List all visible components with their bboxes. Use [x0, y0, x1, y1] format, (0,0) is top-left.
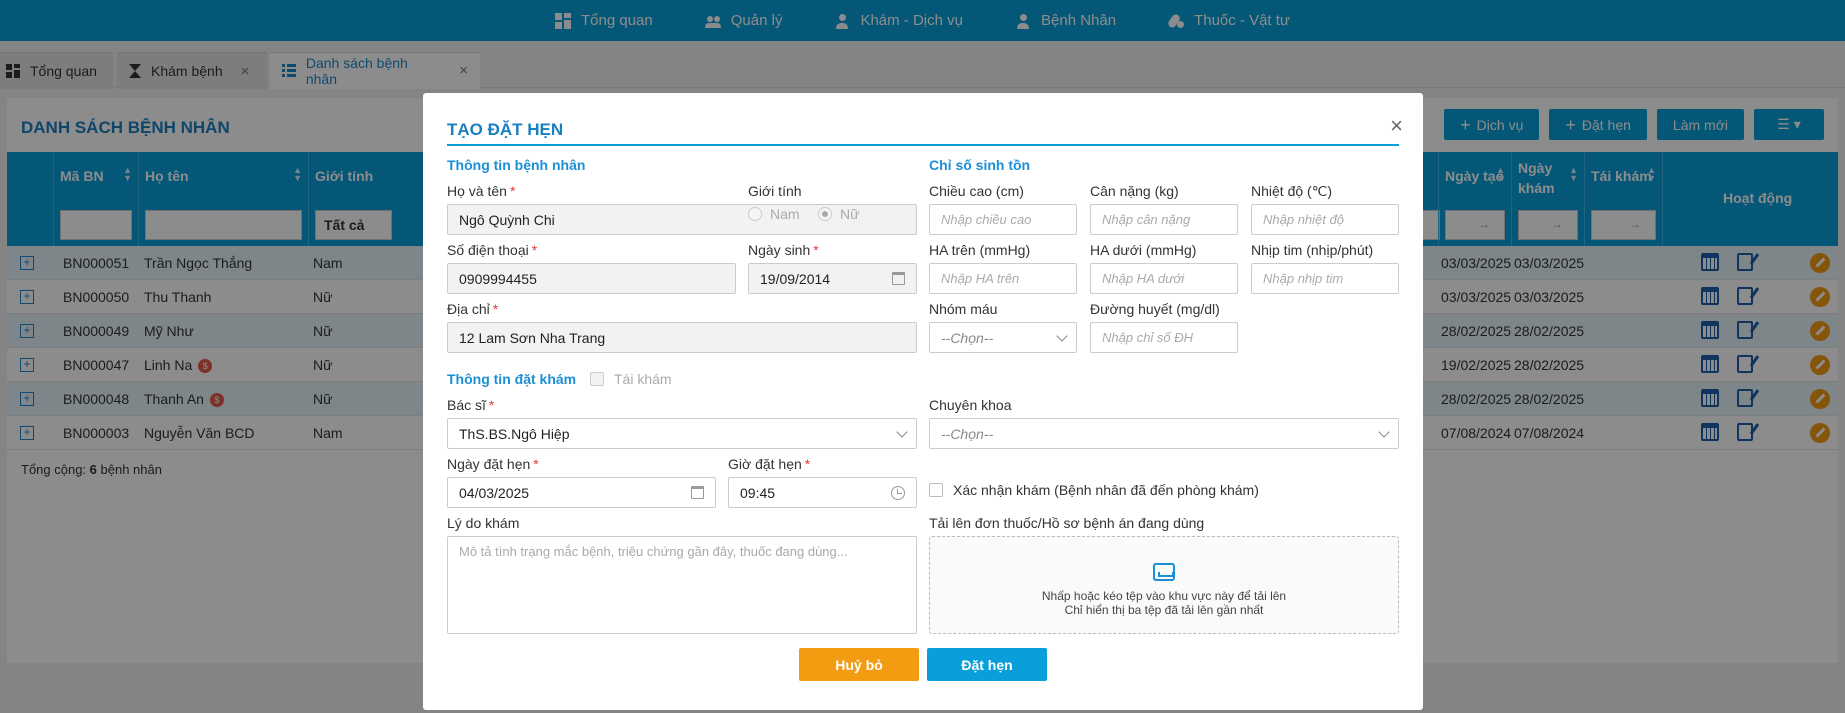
specialty-label: Chuyên khoa — [929, 397, 1012, 413]
calendar-icon[interactable] — [691, 486, 704, 499]
appointment-date-label: Ngày đặt hẹn * — [447, 456, 539, 472]
blood-sugar-label: Đường huyết (mg/dl) — [1090, 301, 1220, 317]
booking-section: Thông tin đặt khám — [447, 371, 577, 387]
doctor-select[interactable]: ThS.BS.Ngô Hiệp — [447, 418, 917, 449]
blood-type-select[interactable]: --Chọn-- — [929, 322, 1077, 353]
dob-field[interactable]: 19/09/2014 — [748, 263, 917, 294]
pulse-label: Nhịp tim (nhịp/phút) — [1251, 242, 1374, 258]
doctor-label: Bác sĩ * — [447, 397, 495, 413]
dob-label: Ngày sinh * — [748, 242, 819, 258]
blood-sugar-input[interactable]: Nhập chỉ số ĐH — [1090, 322, 1238, 353]
clock-icon[interactable] — [891, 486, 905, 500]
appointment-date-input[interactable]: 04/03/2025 — [447, 477, 716, 508]
confirm-exam-checkbox[interactable]: Xác nhận khám (Bệnh nhân đã đến phòng kh… — [929, 482, 1259, 498]
submit-appointment-button[interactable]: Đặt hẹn — [927, 648, 1047, 681]
gender-male-radio[interactable]: Nam — [748, 206, 800, 222]
upload-label: Tải lên đơn thuốc/Hồ sơ bệnh án đang dùn… — [929, 515, 1205, 531]
chevron-down-icon — [896, 426, 908, 438]
inbox-icon — [1153, 563, 1175, 581]
dialog-title: TẠO ĐẶT HẸN — [447, 120, 564, 139]
revisit-checkbox[interactable]: Tái khám — [590, 371, 672, 387]
pulse-input[interactable]: Nhập nhịp tim — [1251, 263, 1399, 294]
close-icon[interactable]: × — [1390, 113, 1403, 139]
upload-hint: Nhấp hoặc kéo tệp vào khu vực này để tải… — [1041, 589, 1287, 603]
title-divider — [447, 144, 1399, 146]
reason-label: Lý do khám — [447, 515, 520, 531]
vitals-section: Chỉ số sinh tồn — [929, 157, 1031, 173]
chevron-down-icon — [1056, 330, 1068, 342]
bp-low-input[interactable]: Nhập HA dưới — [1090, 263, 1238, 294]
chevron-down-icon — [1378, 426, 1390, 438]
temperature-input[interactable]: Nhập nhiệt độ — [1251, 204, 1399, 235]
appointment-time-label: Giờ đặt hẹn * — [728, 456, 811, 472]
upload-subhint: Chỉ hiển thị ba tệp đã tải lên gần nhất — [1064, 603, 1264, 617]
reason-textarea[interactable]: Mô tả tình trạng mắc bệnh, triệu chứng g… — [447, 536, 917, 634]
phone-field[interactable]: 0909994455 — [447, 263, 736, 294]
cancel-button[interactable]: Huỷ bỏ — [799, 648, 919, 681]
bp-high-input[interactable]: Nhập HA trên — [929, 263, 1077, 294]
height-label: Chiều cao (cm) — [929, 183, 1024, 199]
phone-label: Số điện thoại * — [447, 242, 538, 258]
create-appointment-dialog: TẠO ĐẶT HẸN × Thông tin bệnh nhân Họ và … — [423, 93, 1423, 710]
weight-label: Cân nặng (kg) — [1090, 183, 1179, 199]
file-upload-dropzone[interactable]: Nhấp hoặc kéo tệp vào khu vực này để tải… — [929, 536, 1399, 634]
patient-info-section: Thông tin bệnh nhân — [447, 157, 586, 173]
address-label: Địa chỉ * — [447, 301, 499, 317]
weight-input[interactable]: Nhập cân nặng — [1090, 204, 1238, 235]
specialty-select[interactable]: --Chọn-- — [929, 418, 1399, 449]
bp-low-label: HA dưới (mmHg) — [1090, 242, 1197, 258]
gender-female-radio[interactable]: Nữ — [818, 206, 859, 222]
appointment-time-input[interactable]: 09:45 — [728, 477, 917, 508]
blood-type-label: Nhóm máu — [929, 301, 998, 317]
fullname-label: Họ và tên * — [447, 183, 516, 199]
calendar-icon[interactable] — [892, 272, 905, 285]
temperature-label: Nhiệt độ (℃) — [1251, 183, 1333, 199]
gender-label: Giới tính — [748, 183, 802, 199]
address-field[interactable]: 12 Lam Sơn Nha Trang — [447, 322, 917, 353]
bp-high-label: HA trên (mmHg) — [929, 242, 1031, 258]
height-input[interactable]: Nhập chiều cao — [929, 204, 1077, 235]
